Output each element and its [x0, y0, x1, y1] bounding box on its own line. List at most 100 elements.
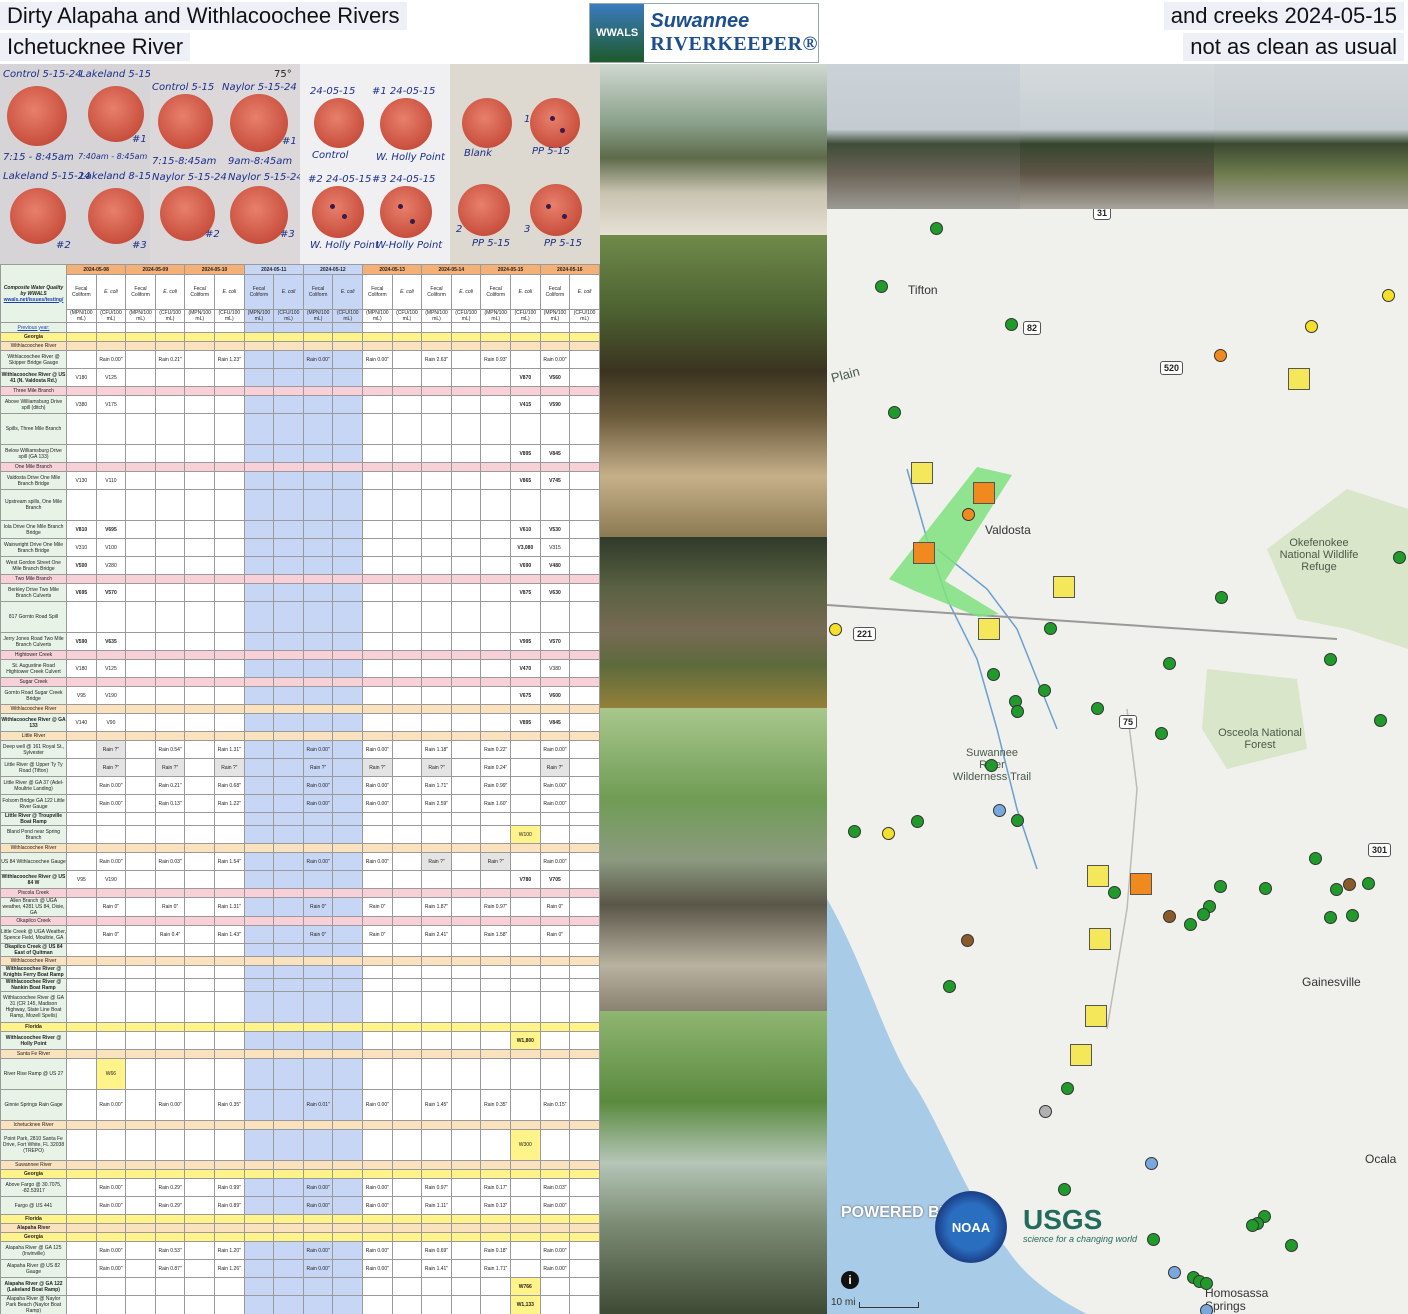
site-marker[interactable] [961, 934, 974, 947]
value-cell [184, 368, 216, 387]
site-marker[interactable] [1108, 886, 1121, 899]
unit-header: (MPN/100 mL) [125, 309, 156, 323]
site-marker[interactable] [888, 406, 901, 419]
water-quality-map[interactable]: Tifton Valdosta Gainesville Ocala Homosa… [827, 209, 1408, 1314]
value-cell [332, 852, 364, 871]
site-marker[interactable] [962, 508, 975, 521]
site-marker[interactable] [1145, 1157, 1158, 1170]
site-marker[interactable] [1309, 852, 1322, 865]
site-marker-square[interactable] [973, 482, 995, 504]
site-marker[interactable] [1011, 705, 1024, 718]
value-cell: V95 [66, 870, 97, 889]
value-cell [421, 991, 452, 1023]
value-cell [243, 897, 275, 917]
site-marker[interactable] [1362, 877, 1375, 890]
site-marker[interactable] [943, 980, 956, 993]
site-marker[interactable] [1346, 909, 1359, 922]
site-marker[interactable] [1330, 883, 1343, 896]
site-marker[interactable] [1147, 1233, 1160, 1246]
site-marker[interactable] [993, 804, 1006, 817]
site-marker[interactable] [1305, 320, 1318, 333]
site-marker[interactable] [1374, 714, 1387, 727]
unit-header: (MPN/100 mL) [421, 309, 452, 323]
site-marker[interactable] [1215, 591, 1228, 604]
site-marker[interactable] [985, 759, 998, 772]
site-marker[interactable] [1058, 1183, 1071, 1196]
plate-label: PP 5-15 [472, 238, 510, 249]
park-label: Osceola National Forest [1218, 727, 1302, 751]
site-marker[interactable] [1044, 622, 1057, 635]
table-cell [273, 322, 304, 333]
site-marker[interactable] [1324, 911, 1337, 924]
site-marker[interactable] [1200, 1304, 1213, 1314]
site-marker[interactable] [1039, 1105, 1052, 1118]
site-marker[interactable] [1184, 918, 1197, 931]
site-marker-square[interactable] [1085, 1005, 1107, 1027]
value-cell [569, 713, 600, 732]
site-marker[interactable] [1246, 1219, 1259, 1232]
corner-link[interactable]: wwals.net/issues/testing/ [2, 297, 66, 303]
site-marker[interactable] [1091, 702, 1104, 715]
site-marker[interactable] [1011, 814, 1024, 827]
value-cell [66, 740, 97, 759]
site-marker[interactable] [1155, 727, 1168, 740]
site-marker[interactable] [1324, 653, 1337, 666]
location-cell: Withlacoochee River @ Knights Ferry Boat… [0, 965, 68, 979]
site-marker[interactable] [1214, 880, 1227, 893]
site-marker[interactable] [1393, 551, 1406, 564]
site-marker[interactable] [1197, 908, 1210, 921]
value-cell: V865 [510, 471, 541, 490]
site-marker-square[interactable] [913, 542, 935, 564]
value-cell [125, 1160, 156, 1170]
value-cell [391, 956, 423, 966]
site-marker-square[interactable] [911, 462, 933, 484]
site-marker-square[interactable] [1070, 1044, 1092, 1066]
site-marker[interactable] [829, 623, 842, 636]
location-cell: Alapaha River @ GA 125 (Irwinville) [0, 1241, 68, 1260]
suwannee-riverkeeper-logo[interactable]: WWALS Suwannee RIVERKEEPER® [589, 3, 819, 63]
site-marker[interactable] [1382, 289, 1395, 302]
site-marker[interactable] [1005, 318, 1018, 331]
previous-year-link[interactable]: Previous year: [0, 322, 68, 333]
site-marker-square[interactable] [1089, 928, 1111, 950]
value-cell: V875 [510, 583, 541, 602]
site-marker[interactable] [911, 815, 924, 828]
site-marker-square[interactable] [1130, 873, 1152, 895]
value-cell [480, 1022, 512, 1032]
value-cell [539, 704, 571, 714]
site-marker[interactable] [1038, 684, 1051, 697]
value-cell [125, 1232, 156, 1242]
site-marker-square[interactable] [1087, 865, 1109, 887]
value-cell [421, 601, 452, 633]
location-cell: Upstream spills, One Mile Branch [0, 489, 68, 521]
site-marker[interactable] [1214, 349, 1227, 362]
value-cell [66, 1089, 97, 1121]
info-icon[interactable]: i [841, 1271, 859, 1289]
site-marker[interactable] [1200, 1277, 1213, 1290]
site-marker[interactable] [882, 827, 895, 840]
site-marker[interactable] [987, 668, 1000, 681]
site-marker-square[interactable] [1053, 576, 1075, 598]
unit-header: (MPN/100 mL) [539, 309, 571, 323]
site-marker-square[interactable] [978, 618, 1000, 640]
value-cell [421, 677, 452, 687]
value-cell [243, 1223, 275, 1233]
value-cell [569, 686, 600, 705]
site-marker[interactable] [848, 825, 861, 838]
site-marker[interactable] [1168, 1266, 1181, 1279]
plate-label: Control 5-15 [152, 82, 215, 93]
site-marker[interactable] [1285, 1239, 1298, 1252]
value-cell [273, 1259, 304, 1278]
site-marker[interactable] [875, 280, 888, 293]
value-cell [243, 444, 275, 463]
site-marker[interactable] [930, 222, 943, 235]
site-marker[interactable] [1163, 657, 1176, 670]
site-marker[interactable] [1259, 882, 1272, 895]
value-cell [95, 991, 127, 1023]
value-cell [391, 341, 423, 351]
site-marker[interactable] [1343, 878, 1356, 891]
site-marker-square[interactable] [1288, 368, 1310, 390]
value-cell [302, 489, 334, 521]
site-marker[interactable] [1163, 910, 1176, 923]
site-marker[interactable] [1061, 1082, 1074, 1095]
